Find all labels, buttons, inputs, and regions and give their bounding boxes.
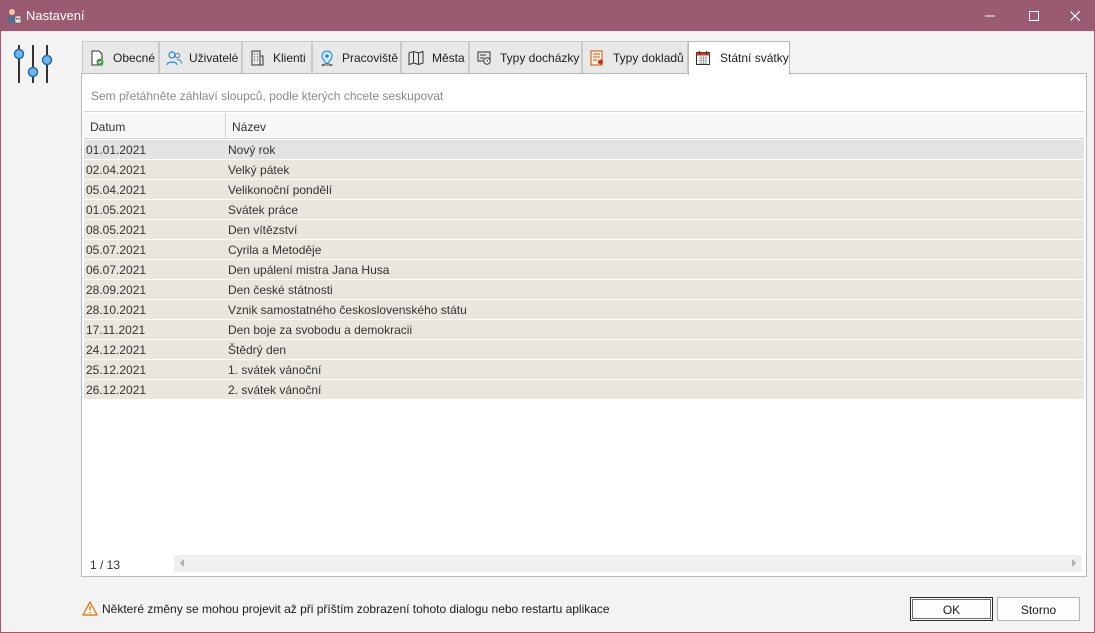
record-counter: 1 / 13 [90,558,121,572]
cancel-button[interactable]: Storno [997,597,1080,621]
holidays-panel: Sem přetáhněte záhlaví sloupců, podle kt… [81,73,1087,577]
tab-label: Pracoviště [342,51,399,65]
tab-label: Typy dokladů [613,51,684,65]
tab-statni-svatky[interactable]: Státní svátky [688,41,790,75]
settings-window: Nastavení Obecné Uživatelé Klienti Praco… [0,0,1095,633]
table-row[interactable]: 25.12.2021 1. svátek vánoční [84,360,1084,380]
maximize-icon [1029,11,1039,21]
tab-uzivatele[interactable]: Uživatelé [159,41,242,73]
table-row[interactable]: 05.04.2021 Velikonoční pondělí [84,180,1084,200]
tab-typy-dokladu[interactable]: Typy dokladů [582,41,688,73]
users-icon [166,51,182,66]
tab-label: Uživatelé [189,51,239,65]
close-icon [1070,11,1080,21]
tab-label: Státní svátky [720,51,789,65]
table-row[interactable]: 08.05.2021 Den vítězství [84,220,1084,240]
grid-footer: 1 / 13 [84,554,1084,574]
app-icon [8,9,22,24]
scroll-left-arrow-icon[interactable] [179,559,185,567]
settings-sliders-icon [13,45,53,83]
table-row[interactable]: 24.12.2021 Štědrý den [84,340,1084,360]
horizontal-scrollbar[interactable] [174,555,1082,572]
ok-button[interactable]: OK [910,597,993,621]
minimize-button[interactable] [967,1,1013,31]
window-title: Nastavení [26,8,85,23]
grid-header: Datum Název [84,113,1084,139]
tab-mesta[interactable]: Města [401,41,469,73]
table-row[interactable]: 02.04.2021 Velký pátek [84,160,1084,180]
attendance-icon [477,51,491,65]
table-row[interactable]: 17.11.2021 Den boje za svobodu a demokrac… [84,320,1084,340]
tab-pracoviste[interactable]: Pracoviště [312,41,401,73]
close-button[interactable] [1052,1,1095,31]
group-by-hint: Sem přetáhněte záhlaví sloupců, podle kt… [91,89,444,103]
building-icon [251,50,264,66]
column-header-datum[interactable]: Datum [84,113,226,139]
column-header-nazev[interactable]: Název [226,113,1084,139]
tab-typy-dochazky[interactable]: Typy docházky [469,41,582,73]
table-row[interactable]: 28.09.2021 Den české státnosti [84,280,1084,300]
location-pin-icon [321,50,333,66]
table-row[interactable]: 28.10.2021 Vznik samostatného českosloven… [84,300,1084,320]
table-row[interactable]: 01.01.2021 Nový rok [84,140,1084,160]
calendar-icon [696,51,710,65]
tab-label: Města [432,51,465,65]
tab-obecne[interactable]: Obecné [82,41,159,73]
warning-icon [82,601,98,616]
table-row[interactable]: 01.05.2021 Svátek práce [84,200,1084,220]
tab-label: Klienti [273,51,306,65]
minimize-icon [985,15,995,17]
map-icon [408,50,424,66]
receipt-icon [590,50,603,66]
tab-label: Obecné [113,51,156,65]
table-row[interactable]: 26.12.2021 2. svátek vánoční [84,380,1084,400]
maximize-button[interactable] [1011,1,1057,31]
group-by-area[interactable]: Sem přetáhněte záhlaví sloupců, podle kt… [84,76,1084,112]
warning-text: Některé změny se mohou projevit až při p… [102,602,610,616]
document-check-icon [91,50,104,66]
tab-klienti[interactable]: Klienti [242,41,312,73]
tab-label: Typy docházky [500,51,580,65]
scroll-right-arrow-icon[interactable] [1071,559,1077,567]
table-row[interactable]: 05.07.2021 Cyrila a Metoděje [84,240,1084,260]
title-bar[interactable]: Nastavení [1,1,1094,31]
table-row[interactable]: 06.07.2021 Den upálení mistra Jana Husa [84,260,1084,280]
